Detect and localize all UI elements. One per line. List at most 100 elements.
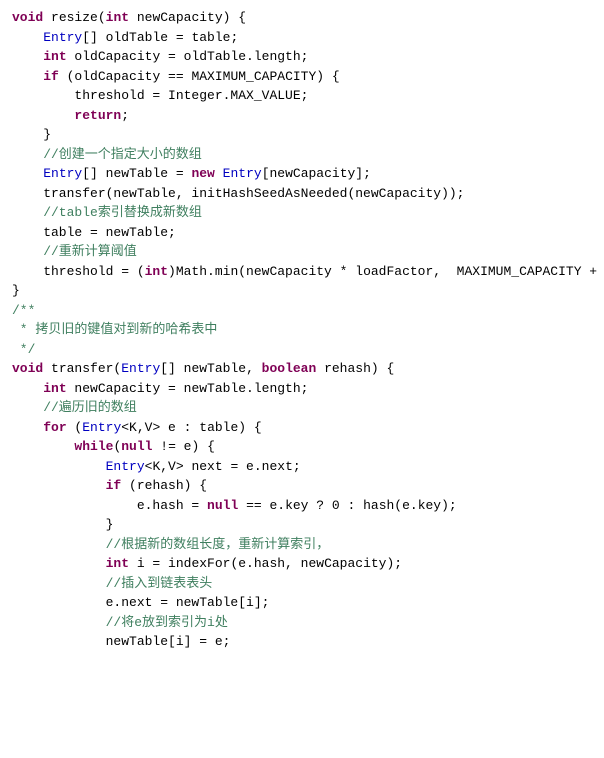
code-token: [newCapacity]; <box>262 166 371 181</box>
code-token: //创建一个指定大小的数组 <box>12 147 202 162</box>
code-token: oldCapacity = oldTable.length; <box>67 49 309 64</box>
code-token: [] newTable = <box>82 166 191 181</box>
code-token: if <box>106 478 122 493</box>
code-token <box>12 381 43 396</box>
code-token: <K,V> next = e.next; <box>145 459 301 474</box>
code-token: resize( <box>43 10 105 25</box>
code-line: e.next = newTable[i]; <box>12 593 592 613</box>
code-line: newTable[i] = e; <box>12 632 592 652</box>
code-token: newCapacity) { <box>129 10 246 25</box>
code-token: rehash) { <box>316 361 394 376</box>
code-token: boolean <box>262 361 317 376</box>
code-token: Entry <box>43 30 82 45</box>
code-token: ( <box>67 420 83 435</box>
code-line: Entry[] oldTable = table; <box>12 28 592 48</box>
code-token <box>12 556 106 571</box>
code-token: void <box>12 361 43 376</box>
code-token: (rehash) { <box>121 478 207 493</box>
code-line: int i = indexFor(e.hash, newCapacity); <box>12 554 592 574</box>
code-token: threshold = ( <box>12 264 145 279</box>
code-line: while(null != e) { <box>12 437 592 457</box>
code-token <box>12 49 43 64</box>
code-line: //创建一个指定大小的数组 <box>12 145 592 165</box>
code-token: ; <box>121 108 129 123</box>
code-token: Entry <box>106 459 145 474</box>
code-line: /** <box>12 301 592 321</box>
code-token: //重新计算阈值 <box>12 244 137 259</box>
code-token: } <box>12 283 20 298</box>
code-token <box>12 108 74 123</box>
code-token <box>12 30 43 45</box>
code-token <box>12 166 43 181</box>
code-token <box>215 166 223 181</box>
code-token: for <box>43 420 66 435</box>
code-token: transfer(newTable, initHashSeedAsNeeded(… <box>12 186 464 201</box>
code-token: transfer( <box>43 361 121 376</box>
code-token: int <box>106 10 129 25</box>
code-token: return <box>74 108 121 123</box>
code-token: null <box>121 439 152 454</box>
code-token <box>12 459 106 474</box>
code-token: newTable[i] = e; <box>12 634 230 649</box>
code-line: if (oldCapacity == MAXIMUM_CAPACITY) { <box>12 67 592 87</box>
code-token: [] newTable, <box>160 361 261 376</box>
code-token: != e) { <box>152 439 214 454</box>
code-token: table = newTable; <box>12 225 176 240</box>
code-line: threshold = Integer.MAX_VALUE; <box>12 86 592 106</box>
code-token <box>12 420 43 435</box>
code-token: if <box>43 69 59 84</box>
code-line: transfer(newTable, initHashSeedAsNeeded(… <box>12 184 592 204</box>
code-token: //遍历旧的数组 <box>12 400 137 415</box>
code-token: //插入到链表表头 <box>12 576 212 591</box>
code-token: i = indexFor(e.hash, newCapacity); <box>129 556 402 571</box>
code-line: table = newTable; <box>12 223 592 243</box>
code-line: void resize(int newCapacity) { <box>12 8 592 28</box>
code-token: Entry <box>43 166 82 181</box>
code-token: } <box>12 517 113 532</box>
code-line: } <box>12 281 592 301</box>
code-line: e.hash = null == e.key ? 0 : hash(e.key)… <box>12 496 592 516</box>
code-line: */ <box>12 340 592 360</box>
code-line: for (Entry<K,V> e : table) { <box>12 418 592 438</box>
code-token <box>12 69 43 84</box>
code-line: //重新计算阈值 <box>12 242 592 262</box>
code-token: )Math.min(newCapacity * loadFactor, MAXI… <box>168 264 604 279</box>
code-line: //table索引替换成新数组 <box>12 203 592 223</box>
code-block: void resize(int newCapacity) { Entry[] o… <box>12 8 592 652</box>
code-token: */ <box>12 342 35 357</box>
code-token <box>12 478 106 493</box>
code-line: } <box>12 125 592 145</box>
code-token: //table索引替换成新数组 <box>12 205 202 220</box>
code-line: * 拷贝旧的键值对到新的哈希表中 <box>12 320 592 340</box>
code-token: while <box>74 439 113 454</box>
code-token: threshold = Integer.MAX_VALUE; <box>12 88 308 103</box>
code-token: /** <box>12 303 35 318</box>
code-token: e.next = newTable[i]; <box>12 595 269 610</box>
code-line: int oldCapacity = oldTable.length; <box>12 47 592 67</box>
code-token: Entry <box>223 166 262 181</box>
code-line: void transfer(Entry[] newTable, boolean … <box>12 359 592 379</box>
code-token: * 拷贝旧的键值对到新的哈希表中 <box>12 322 217 337</box>
code-token: new <box>191 166 214 181</box>
code-line: Entry<K,V> next = e.next; <box>12 457 592 477</box>
code-token: Entry <box>82 420 121 435</box>
code-token: int <box>106 556 129 571</box>
code-line: int newCapacity = newTable.length; <box>12 379 592 399</box>
code-token: newCapacity = newTable.length; <box>67 381 309 396</box>
code-line: if (rehash) { <box>12 476 592 496</box>
code-token: int <box>43 381 66 396</box>
code-token: [] oldTable = table; <box>82 30 238 45</box>
code-token <box>12 439 74 454</box>
code-token: (oldCapacity == MAXIMUM_CAPACITY) { <box>59 69 340 84</box>
code-token: e.hash = <box>12 498 207 513</box>
code-token: } <box>12 127 51 142</box>
code-line: //将e放到索引为i处 <box>12 613 592 633</box>
code-token: void <box>12 10 43 25</box>
code-line: //插入到链表表头 <box>12 574 592 594</box>
code-token: null <box>207 498 238 513</box>
code-line: threshold = (int)Math.min(newCapacity * … <box>12 262 592 282</box>
code-token: int <box>43 49 66 64</box>
code-token: Entry <box>121 361 160 376</box>
code-token: int <box>145 264 168 279</box>
code-line: } <box>12 515 592 535</box>
